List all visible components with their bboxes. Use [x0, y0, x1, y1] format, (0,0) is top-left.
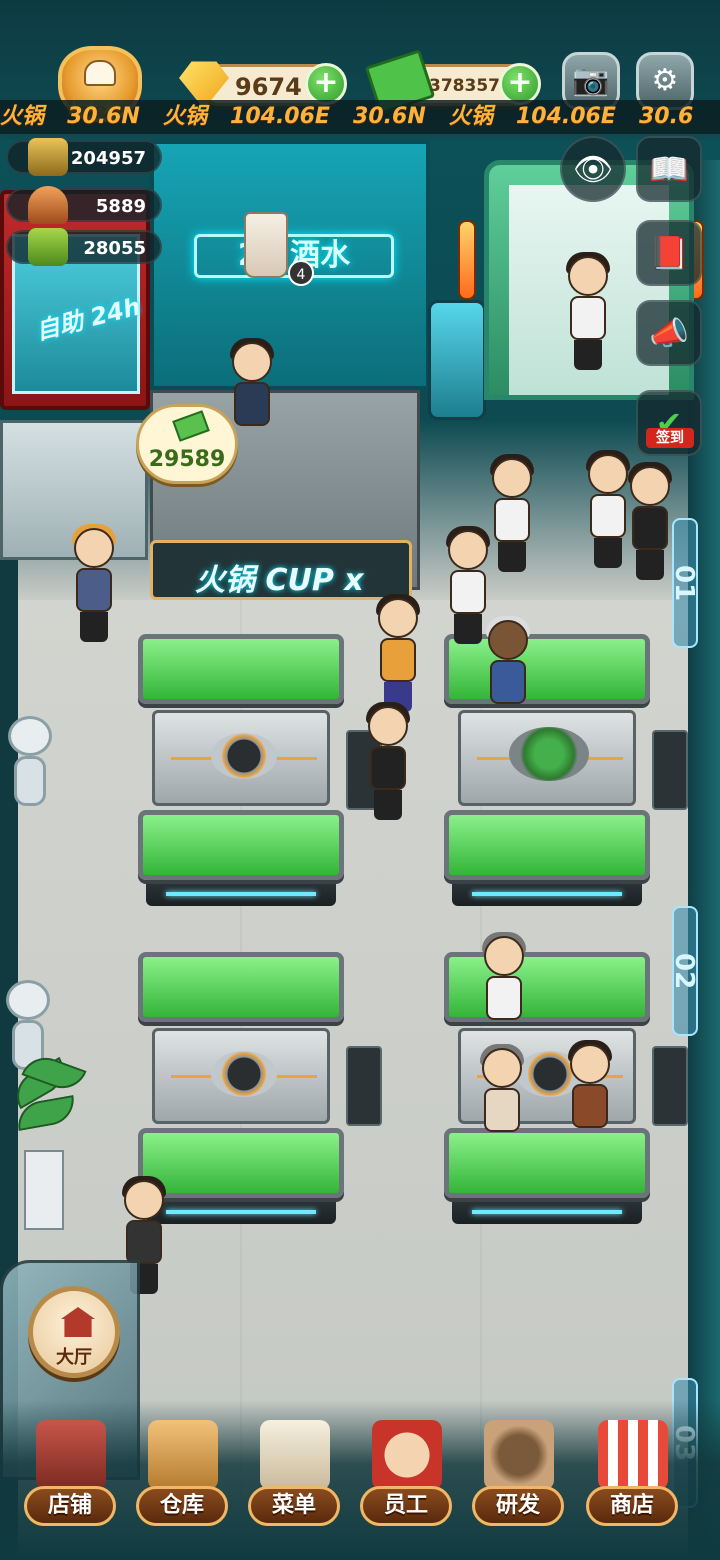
hotpot-burner-icon: [211, 1051, 277, 1097]
money-bubble-value: 29589: [148, 447, 226, 472]
bench-seat: [444, 1128, 650, 1198]
nav-label: 仓库: [136, 1486, 228, 1526]
gear-icon: ⚙: [651, 63, 679, 98]
nav-label: 店铺: [24, 1486, 116, 1526]
nav-shop[interactable]: 店铺: [20, 1420, 120, 1544]
add-cash-button[interactable]: +: [499, 63, 541, 105]
bench-seat: [138, 1128, 344, 1198]
table-base: [146, 884, 336, 906]
eye-icon: 👁: [572, 150, 614, 188]
store-awning-icon: [598, 1420, 668, 1490]
gem-value: 9674: [235, 73, 302, 101]
resource-chip-pots[interactable]: 204957: [6, 138, 162, 176]
dining-table-1[interactable]: [138, 634, 344, 906]
add-gems-button[interactable]: +: [305, 63, 347, 105]
stool: [652, 1046, 688, 1126]
bench-seat: [138, 634, 344, 704]
ticker-item: 30.6N: [353, 104, 426, 129]
visibility-button[interactable]: 👁: [560, 136, 626, 202]
table-base: [452, 1202, 642, 1224]
nav-label: 菜单: [248, 1486, 340, 1526]
task-book-button[interactable]: 📕: [636, 220, 702, 286]
table-base: [146, 1202, 336, 1224]
bench-seat: [138, 952, 344, 1022]
hotpot-burner-icon: [211, 733, 277, 779]
nav-label: 商店: [586, 1486, 678, 1526]
checkin-button[interactable]: ✔ 签到: [636, 390, 702, 456]
potted-plant: [7, 1050, 87, 1230]
ticker-item: 104.06E: [230, 104, 330, 129]
checkin-label: 签到: [646, 428, 694, 448]
resource-chip-dishes[interactable]: 5889: [6, 186, 162, 224]
ticker-item: 火锅: [448, 104, 493, 129]
menu-book-icon: [28, 228, 68, 266]
money-bubble[interactable]: 29589: [136, 404, 238, 484]
lamp-pillar: [458, 220, 476, 300]
shop-building-icon: [36, 1420, 106, 1490]
camera-icon: 📷: [572, 63, 610, 98]
game-stage: 自助 24h 24 酒水 4 火锅 CUP x 29589 ★★★ 9674 +…: [0, 0, 720, 1560]
ticker-item: 30.6: [638, 104, 694, 129]
dining-table-3[interactable]: [138, 952, 344, 1224]
guide-button[interactable]: 📖: [636, 136, 702, 202]
research-wok-icon: [484, 1420, 554, 1490]
hotpot-full-icon: [509, 727, 589, 781]
table-top: [152, 710, 330, 806]
resource-value: 28055: [83, 238, 146, 259]
ticker-item: 火锅: [0, 104, 45, 129]
ticker-item: 火锅: [162, 104, 207, 129]
megaphone-icon: 📣: [649, 314, 689, 352]
ticker-item: 104.06E: [515, 104, 616, 129]
table-top: [152, 1028, 330, 1124]
red-book-icon: 📕: [649, 234, 689, 272]
bench-seat: [138, 810, 344, 880]
nav-label: 员工: [360, 1486, 452, 1526]
hall-label: 大厅: [56, 1347, 92, 1368]
nav-research[interactable]: 研发: [468, 1420, 568, 1544]
pot-trophy-icon: [28, 138, 68, 176]
resource-value: 204957: [70, 148, 146, 169]
nav-store[interactable]: 商店: [582, 1420, 682, 1544]
vending-machine[interactable]: 自助 24h: [0, 190, 150, 410]
dining-table-4[interactable]: [444, 952, 650, 1224]
item-count-badge: 4: [288, 260, 314, 286]
milk-pitcher-icon[interactable]: [244, 212, 288, 278]
help-book-icon: 📖: [649, 150, 689, 188]
nav-label: 研发: [472, 1486, 564, 1526]
menu-clipboard-icon: [260, 1420, 330, 1490]
chef-hat-icon: [84, 60, 116, 86]
cloche-icon: [28, 186, 68, 224]
robot-server[interactable]: [4, 716, 56, 816]
warehouse-boxes-icon: [148, 1420, 218, 1490]
announcement-button[interactable]: 📣: [636, 300, 702, 366]
hall-button[interactable]: 大厅: [28, 1286, 120, 1378]
table-top: [458, 710, 636, 806]
cup-sign-text: 火锅 CUP x: [195, 563, 364, 598]
zone-tag-02: 02: [669, 906, 699, 1036]
cash-icon: [172, 410, 210, 442]
house-icon: [61, 1307, 95, 1337]
stool: [346, 1046, 382, 1126]
location-ticker: 火锅 30.6N 火锅 104.06E 30.6N 火锅 104.06E 30.…: [0, 100, 720, 134]
table-base: [452, 884, 642, 906]
nav-menu[interactable]: 菜单: [244, 1420, 344, 1544]
stool: [652, 730, 688, 810]
ticker-item: 30.6N: [67, 104, 140, 129]
bench-seat: [444, 810, 650, 880]
cup-sign: 火锅 CUP x: [150, 540, 412, 600]
resource-chip-menus[interactable]: 28055: [6, 228, 162, 266]
resource-value: 5889: [95, 196, 146, 217]
nav-warehouse[interactable]: 仓库: [132, 1420, 232, 1544]
zone-tag-01: 01: [669, 518, 699, 648]
bench-seat: [444, 634, 650, 704]
water-tank: [428, 300, 486, 420]
staff-chef-icon: [372, 1420, 442, 1490]
bench-seat: [444, 952, 650, 1022]
nav-staff[interactable]: 员工: [356, 1420, 456, 1544]
dining-table-2[interactable]: [444, 634, 650, 906]
